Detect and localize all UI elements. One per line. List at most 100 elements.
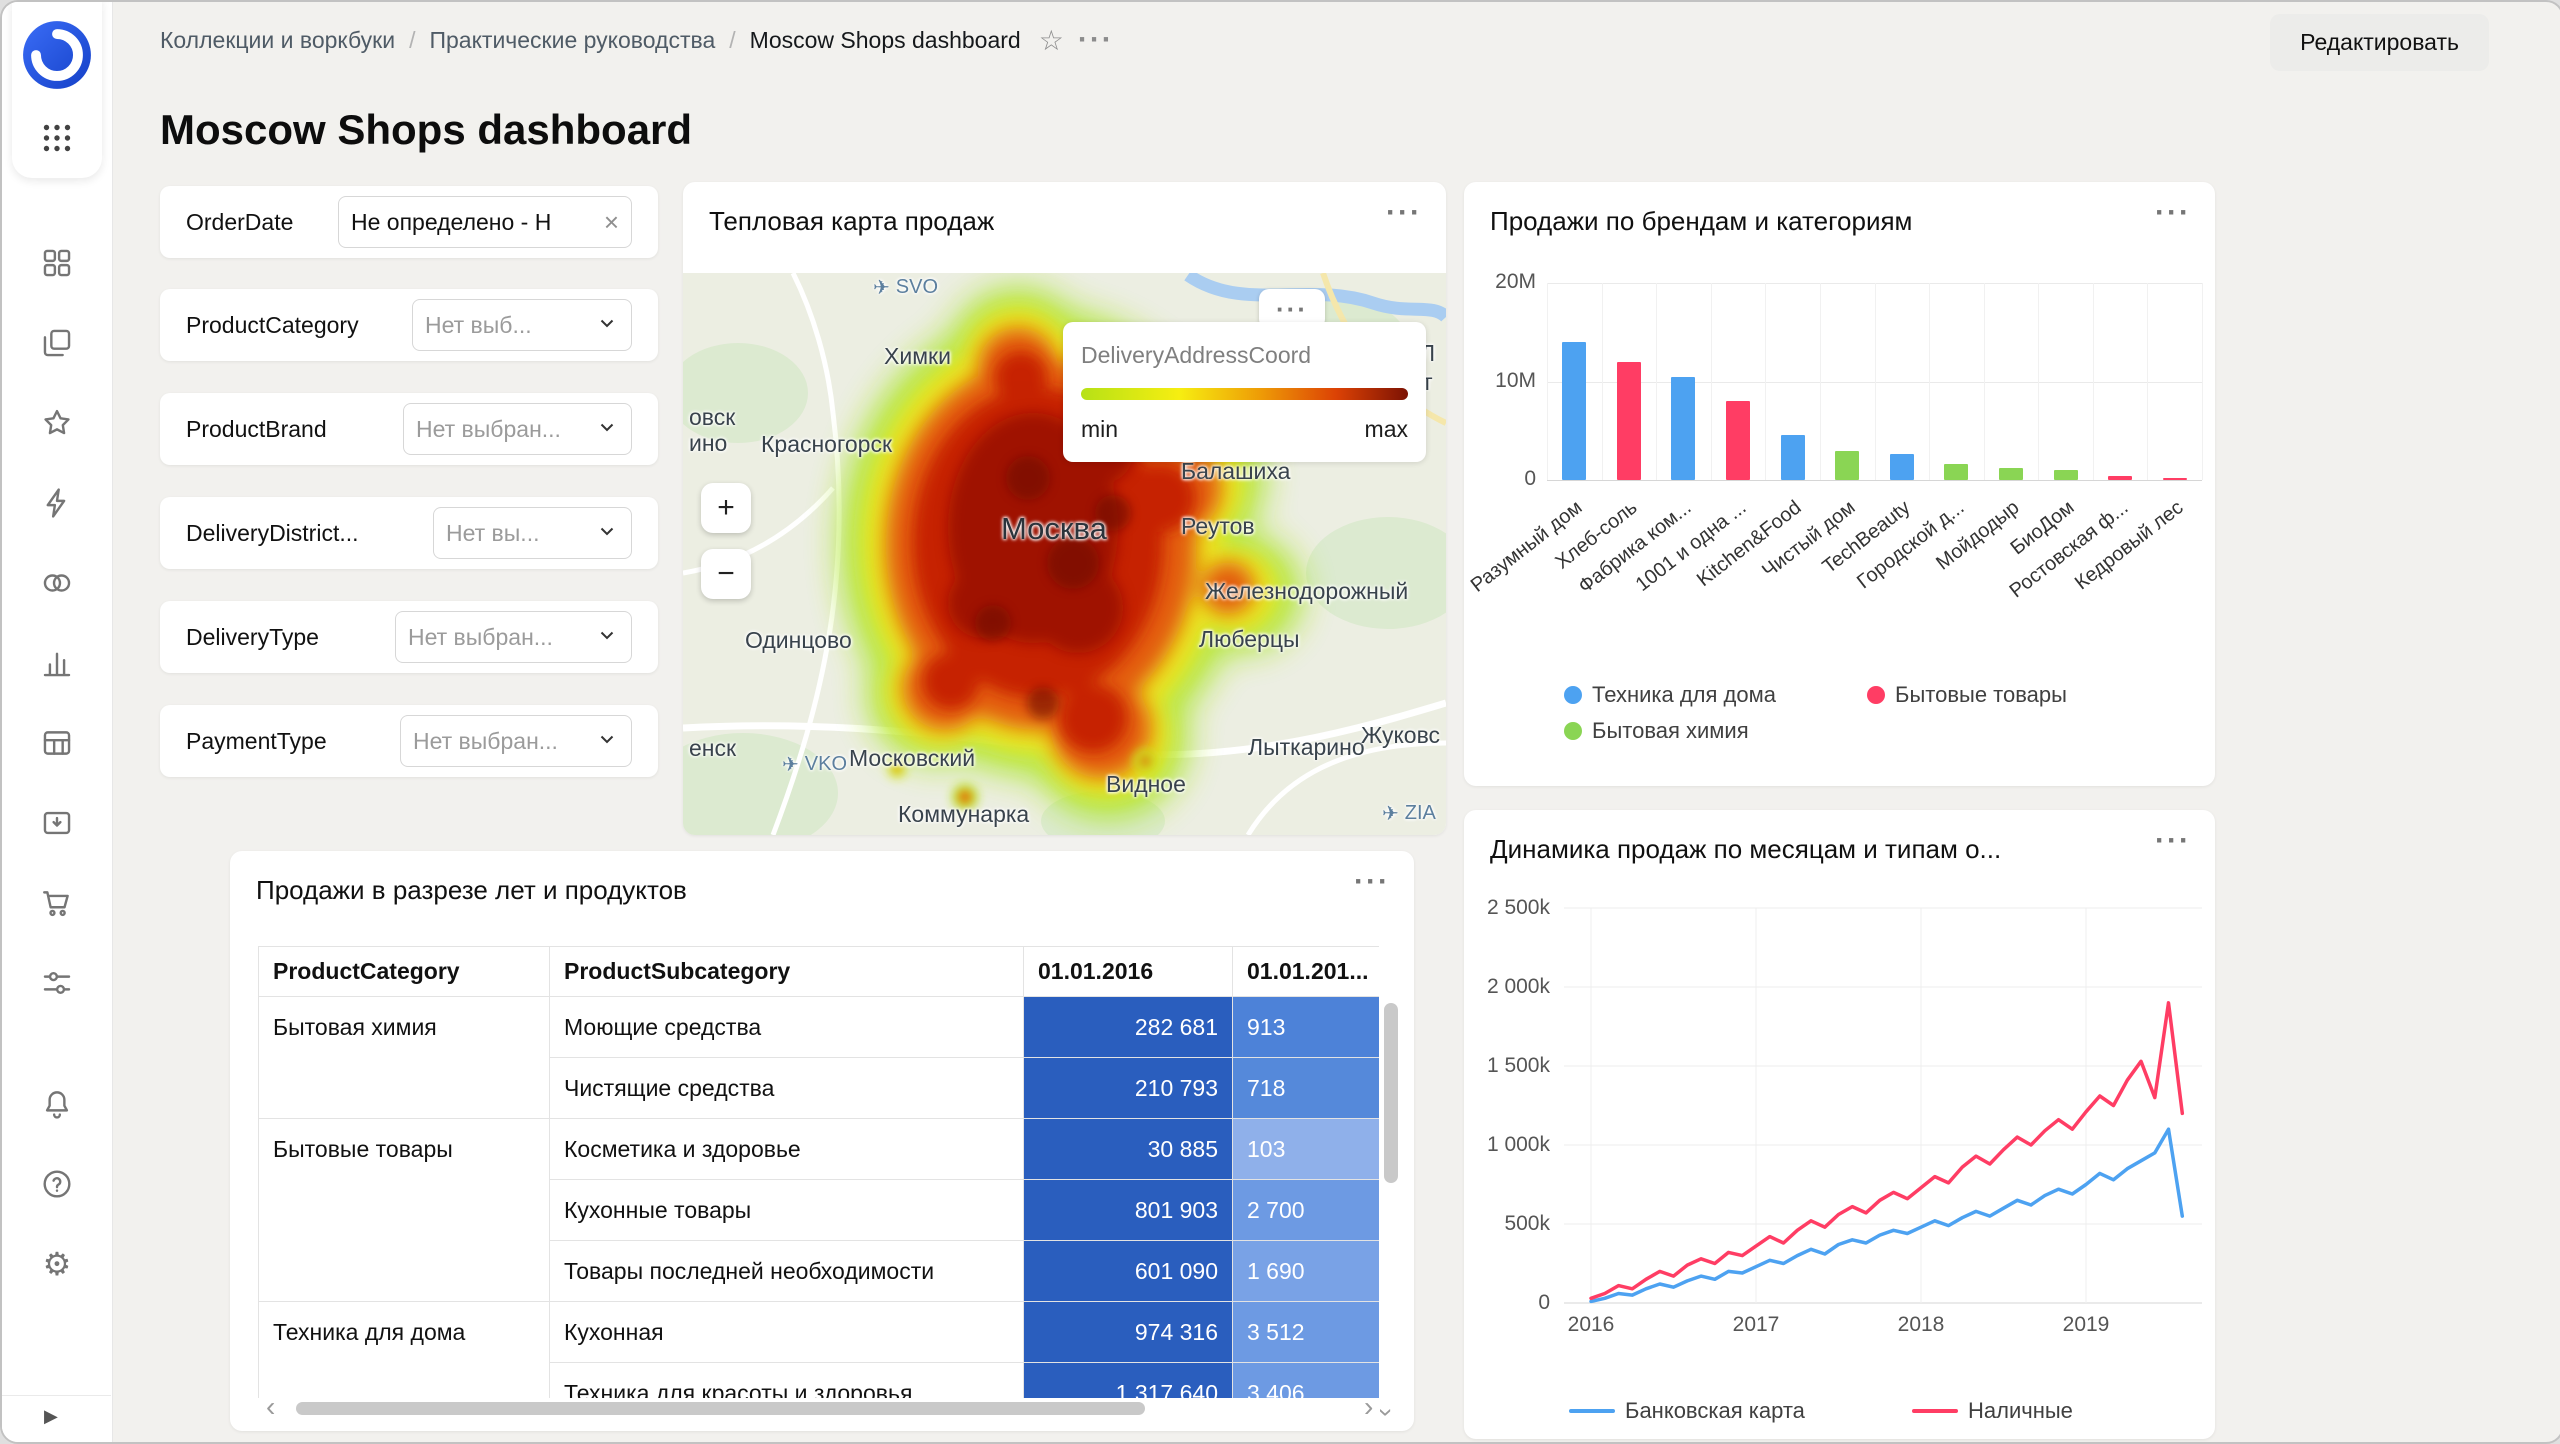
charts-icon[interactable] (40, 646, 74, 680)
vertical-scrollbar[interactable] (1384, 1003, 1398, 1183)
legend-dot (1564, 722, 1582, 740)
bar-Городской д...[interactable] (1944, 464, 1968, 480)
cell-value-2017: 2 700 (1233, 1180, 1380, 1241)
breadcrumb-item-0[interactable]: Коллекции и воркбуки (160, 27, 395, 54)
filter-control-ProductCategory[interactable]: Нет выб... (412, 299, 632, 351)
legend-label: Техника для дома (1592, 682, 1776, 708)
datasets-icon[interactable] (40, 726, 74, 760)
widget-menu-icon[interactable]: ··· (1354, 865, 1390, 899)
cell-value-2017: 1 690 (1233, 1241, 1380, 1302)
filter-label: DeliveryType (186, 624, 319, 651)
legend-item-Банковская карта[interactable]: Банковская карта (1569, 1398, 1805, 1424)
widget-menu-icon[interactable]: ··· (1386, 196, 1422, 230)
table-header-row: ProductCategoryProductSubcategory01.01.2… (259, 947, 1380, 997)
chevron-down-icon (595, 623, 619, 652)
bar-Kitchen&Food[interactable] (1781, 435, 1805, 480)
bar-Чистый дом[interactable] (1835, 451, 1859, 480)
storage-icon[interactable] (40, 806, 74, 840)
bell-icon[interactable] (40, 1087, 74, 1121)
bar-Фабрика ком...[interactable] (1671, 377, 1695, 480)
scroll-right-icon[interactable]: › (1364, 1391, 1373, 1423)
sidebar-footer: ▶ (2, 1395, 111, 1442)
datalens-logo-icon[interactable] (20, 18, 94, 92)
favorites-icon[interactable] (40, 406, 74, 440)
series-Наличные[interactable] (1591, 1003, 2182, 1299)
y-axis-tick: 0 (1464, 467, 1536, 491)
legend-line-sample (1912, 1409, 1958, 1413)
filter-control-ProductBrand[interactable]: Нет выбран... (403, 403, 632, 455)
filter-OrderDate: OrderDateНе определено - Н× (160, 186, 658, 258)
filter-control-PaymentType[interactable]: Нет выбран... (400, 715, 632, 767)
filter-value: Нет выбран... (413, 728, 558, 755)
gridline-y (1547, 480, 2202, 481)
line-plot: 2 500k2 000k1 500k1 000k500k020162017201… (1464, 810, 2215, 1439)
bar-Мойдодыр[interactable] (1999, 468, 2023, 480)
settings-toggles-icon[interactable] (40, 966, 74, 1000)
sales-table: ProductCategoryProductSubcategory01.01.2… (258, 946, 1379, 1398)
scroll-left-icon[interactable]: ‹ (266, 1391, 275, 1423)
dashboards-icon[interactable] (40, 246, 74, 280)
filter-control-OrderDate[interactable]: Не определено - Н × (338, 196, 632, 248)
table-row: Бытовая химияМоющие средства282 681913 (259, 997, 1380, 1058)
bar-Разумный дом[interactable] (1562, 342, 1586, 480)
clear-filter-icon[interactable]: × (604, 209, 619, 235)
bar-Хлеб-соль[interactable] (1617, 362, 1641, 480)
legend-item-Наличные[interactable]: Наличные (1912, 1398, 2073, 1424)
help-icon[interactable] (40, 1167, 74, 1201)
line-chart-widget: Динамика продаж по месяцам и типам о... … (1464, 810, 2215, 1439)
legend-item-Бытовая химия[interactable]: Бытовая химия (1564, 718, 1749, 744)
map-label-Москва: Москва (1001, 511, 1107, 547)
page-title: Moscow Shops dashboard (160, 106, 692, 154)
map-label-Коммунарка: Коммунарка (898, 801, 1029, 828)
scroll-down-icon[interactable]: › (1371, 1408, 1402, 1417)
horizontal-scrollbar-thumb[interactable] (296, 1402, 1145, 1415)
apps-grid-icon[interactable] (39, 120, 75, 156)
column-header-ProductSubcategory[interactable]: ProductSubcategory (550, 947, 1024, 997)
x-axis-tick: 2017 (1731, 1313, 1781, 1337)
column-header-01.01.201...[interactable]: 01.01.201... (1233, 947, 1380, 997)
functions-icon[interactable] (40, 486, 74, 520)
cell-value-2017: 913 (1233, 997, 1380, 1058)
legend-title: DeliveryAddressCoord (1081, 342, 1311, 369)
filter-control-DeliveryType[interactable]: Нет выбран... (395, 611, 632, 663)
gear-icon[interactable]: ⚙ (40, 1247, 74, 1281)
map-canvas[interactable]: ✈SVOХимкиовскиноКрасногорскМоскваБалаших… (683, 273, 1446, 835)
map-label-Люберцы: Люберцы (1199, 626, 1300, 653)
favorite-star-icon[interactable]: ☆ (1039, 24, 1064, 57)
connections-icon[interactable] (40, 566, 74, 600)
map-label-SVO: ✈SVO (873, 275, 938, 300)
bar-1001 и одна ...[interactable] (1726, 401, 1750, 480)
series-Банковская карта[interactable] (1591, 1129, 2182, 1301)
cell-value-2017: 3 406 (1233, 1363, 1380, 1399)
x-axis-tick: 2019 (2061, 1313, 2111, 1337)
table-row: Техника для домаКухонная974 3163 512 (259, 1302, 1380, 1363)
filter-value: Не определено - Н (351, 209, 551, 236)
bar-plot: 20M10M0Разумный домХлеб-сольФабрика ком.… (1464, 182, 2215, 786)
zoom-in-button[interactable]: + (701, 483, 751, 533)
legend-item-Бытовые товары[interactable]: Бытовые товары (1867, 682, 2067, 708)
column-header-01.01.2016[interactable]: 01.01.2016 (1024, 947, 1233, 997)
y-axis-tick: 1 000k (1464, 1133, 1550, 1157)
legend-label: Бытовая химия (1592, 718, 1749, 744)
marketplace-icon[interactable] (40, 886, 74, 920)
legend-item-Техника для дома[interactable]: Техника для дома (1564, 682, 1776, 708)
cell-value-2016: 30 885 (1024, 1119, 1233, 1180)
filter-control-DeliveryDistrict[interactable]: Нет вы... (433, 507, 632, 559)
cell-value-2017: 3 512 (1233, 1302, 1380, 1363)
line-chart-canvas[interactable] (1464, 810, 2215, 1439)
expand-sidebar-icon[interactable]: ▶ (44, 1406, 58, 1427)
cell-value-2017: 103 (1233, 1119, 1380, 1180)
column-header-ProductCategory[interactable]: ProductCategory (259, 947, 550, 997)
bar-Ростовская ф...[interactable] (2108, 476, 2132, 480)
breadcrumb-more-icon[interactable]: ··· (1078, 23, 1114, 57)
zoom-out-button[interactable]: − (701, 549, 751, 599)
bar-TechBeauty[interactable] (1890, 454, 1914, 480)
collections-icon[interactable] (40, 326, 74, 360)
breadcrumb-item-1[interactable]: Практические руководства (429, 27, 715, 54)
cell-value-2017: 718 (1233, 1058, 1380, 1119)
edit-button[interactable]: Редактировать (2270, 14, 2489, 71)
bar-Кедровый лес[interactable] (2163, 478, 2187, 480)
legend-label: Наличные (1968, 1398, 2073, 1424)
bar-БиоДом[interactable] (2054, 470, 2078, 480)
gridline-x (1984, 283, 1985, 480)
